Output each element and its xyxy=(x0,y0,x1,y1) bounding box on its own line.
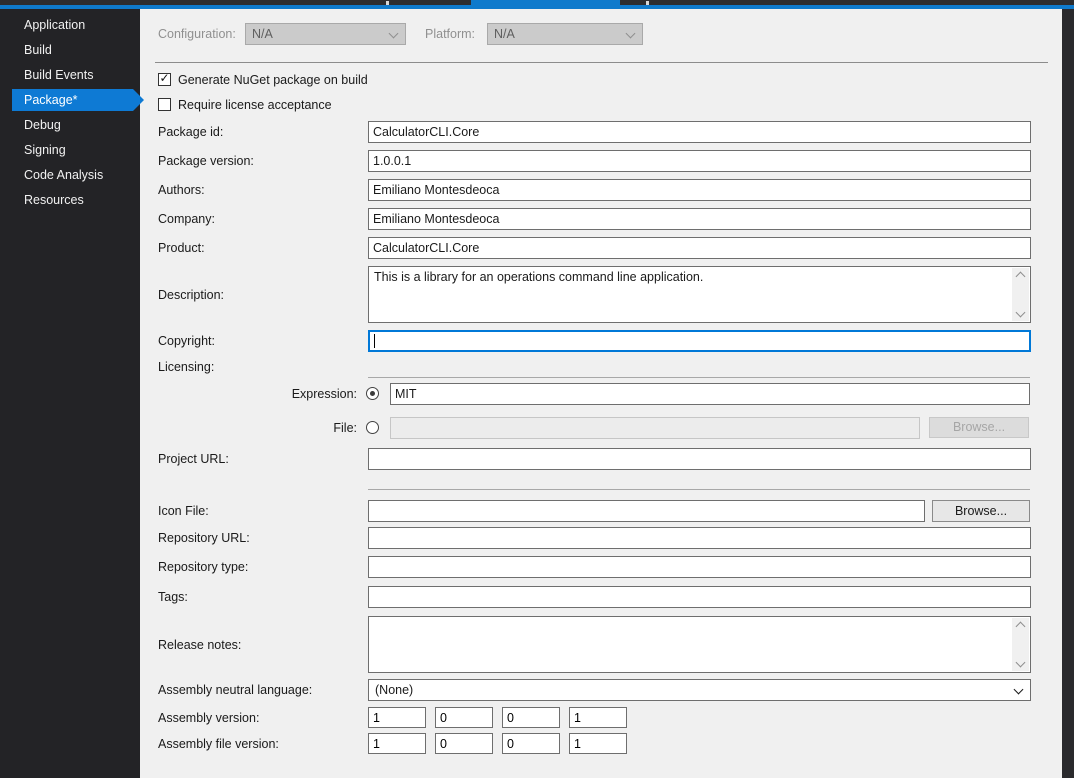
sidebar-item-package[interactable]: Package* xyxy=(12,89,133,111)
license-file-browse-button: Browse... xyxy=(929,417,1029,438)
copyright-label: Copyright: xyxy=(158,334,215,349)
sidebar-item-label: Signing xyxy=(24,143,66,157)
sidebar-item-debug[interactable]: Debug xyxy=(12,114,133,136)
properties-sidebar: Application Build Build Events Package* … xyxy=(0,9,140,778)
assembly-file-version-minor-input[interactable] xyxy=(435,733,493,754)
configuration-label: Configuration: xyxy=(158,27,236,42)
package-id-input[interactable] xyxy=(368,121,1031,143)
release-notes-label: Release notes: xyxy=(158,638,241,653)
tags-input[interactable] xyxy=(368,586,1031,608)
icon-file-label: Icon File: xyxy=(158,504,209,519)
sidebar-item-label: Application xyxy=(24,18,85,32)
sidebar-item-signing[interactable]: Signing xyxy=(12,139,133,161)
product-label: Product: xyxy=(158,241,205,256)
right-edge-strip xyxy=(1062,9,1074,778)
expression-label: Expression: xyxy=(158,387,357,402)
project-url-input[interactable] xyxy=(368,448,1031,470)
package-id-label: Package id: xyxy=(158,125,223,140)
checkmark-icon: ✓ xyxy=(159,71,169,85)
project-url-label: Project URL: xyxy=(158,452,229,467)
platform-value: N/A xyxy=(494,27,515,41)
package-version-label: Package version: xyxy=(158,154,254,169)
sidebar-item-build[interactable]: Build xyxy=(12,39,133,61)
expression-input[interactable] xyxy=(390,383,1030,405)
scroll-up-icon[interactable] xyxy=(1016,272,1026,282)
assembly-file-version-label: Assembly file version: xyxy=(158,737,279,752)
configuration-dropdown: N/A xyxy=(245,23,406,45)
release-notes-scrollbar[interactable] xyxy=(1012,618,1029,671)
release-notes-textarea[interactable] xyxy=(368,616,1031,673)
repository-url-label: Repository URL: xyxy=(158,531,250,546)
sidebar-item-code-analysis[interactable]: Code Analysis xyxy=(12,164,133,186)
chevron-down-icon xyxy=(389,29,399,39)
sidebar-item-build-events[interactable]: Build Events xyxy=(12,64,133,86)
assembly-version-build-input[interactable] xyxy=(502,707,560,728)
sidebar-item-label: Build xyxy=(24,43,52,57)
repository-type-label: Repository type: xyxy=(158,560,248,575)
description-text: This is a library for an operations comm… xyxy=(374,270,1008,285)
assembly-file-version-build-input[interactable] xyxy=(502,733,560,754)
description-label: Description: xyxy=(158,288,224,303)
sidebar-item-label: Resources xyxy=(24,193,84,207)
license-file-input xyxy=(390,417,920,439)
license-file-radio[interactable] xyxy=(366,421,379,434)
assembly-version-minor-input[interactable] xyxy=(435,707,493,728)
assembly-neutral-language-value: (None) xyxy=(375,683,413,697)
sidebar-item-resources[interactable]: Resources xyxy=(12,189,133,211)
generate-nuget-checkbox[interactable]: ✓ xyxy=(158,73,171,86)
icon-file-input[interactable] xyxy=(368,500,925,522)
scroll-down-icon[interactable] xyxy=(1016,658,1026,668)
chevron-down-icon xyxy=(1014,685,1024,695)
product-input[interactable] xyxy=(368,237,1031,259)
active-tab-underline xyxy=(0,5,1074,9)
company-label: Company: xyxy=(158,212,215,227)
platform-dropdown: N/A xyxy=(487,23,643,45)
section-separator xyxy=(368,489,1030,490)
company-input[interactable] xyxy=(368,208,1031,230)
package-version-input[interactable] xyxy=(368,150,1031,172)
project-properties-package-page: Application Build Build Events Package* … xyxy=(0,0,1074,778)
assembly-version-label: Assembly version: xyxy=(158,711,259,726)
authors-label: Authors: xyxy=(158,183,205,198)
header-separator xyxy=(155,62,1048,63)
generate-nuget-label: Generate NuGet package on build xyxy=(178,73,368,88)
sidebar-item-label: Code Analysis xyxy=(24,168,103,182)
description-scrollbar[interactable] xyxy=(1012,268,1029,321)
license-file-label: File: xyxy=(158,421,357,436)
expression-radio[interactable] xyxy=(366,387,379,400)
assembly-version-revision-input[interactable] xyxy=(569,707,627,728)
scroll-up-icon[interactable] xyxy=(1016,622,1026,632)
require-license-label: Require license acceptance xyxy=(178,98,332,113)
assembly-file-version-major-input[interactable] xyxy=(368,733,426,754)
assembly-neutral-language-dropdown[interactable]: (None) xyxy=(368,679,1031,701)
assembly-version-major-input[interactable] xyxy=(368,707,426,728)
description-textarea[interactable]: This is a library for an operations comm… xyxy=(368,266,1031,323)
platform-label: Platform: xyxy=(425,27,475,42)
sidebar-item-label: Package* xyxy=(24,93,78,107)
licensing-label: Licensing: xyxy=(158,360,214,375)
text-caret xyxy=(374,334,375,348)
assembly-file-version-revision-input[interactable] xyxy=(569,733,627,754)
configuration-value: N/A xyxy=(252,27,273,41)
assembly-neutral-language-label: Assembly neutral language: xyxy=(158,683,312,698)
chevron-down-icon xyxy=(626,29,636,39)
copyright-input[interactable] xyxy=(368,330,1031,352)
repository-url-input[interactable] xyxy=(368,527,1031,549)
licensing-separator xyxy=(368,377,1030,378)
sidebar-item-label: Build Events xyxy=(24,68,93,82)
require-license-checkbox[interactable] xyxy=(158,98,171,111)
scroll-down-icon[interactable] xyxy=(1016,308,1026,318)
authors-input[interactable] xyxy=(368,179,1031,201)
sidebar-item-label: Debug xyxy=(24,118,61,132)
repository-type-input[interactable] xyxy=(368,556,1031,578)
icon-file-browse-button[interactable]: Browse... xyxy=(932,500,1030,522)
tags-label: Tags: xyxy=(158,590,188,605)
sidebar-item-application[interactable]: Application xyxy=(12,14,133,36)
